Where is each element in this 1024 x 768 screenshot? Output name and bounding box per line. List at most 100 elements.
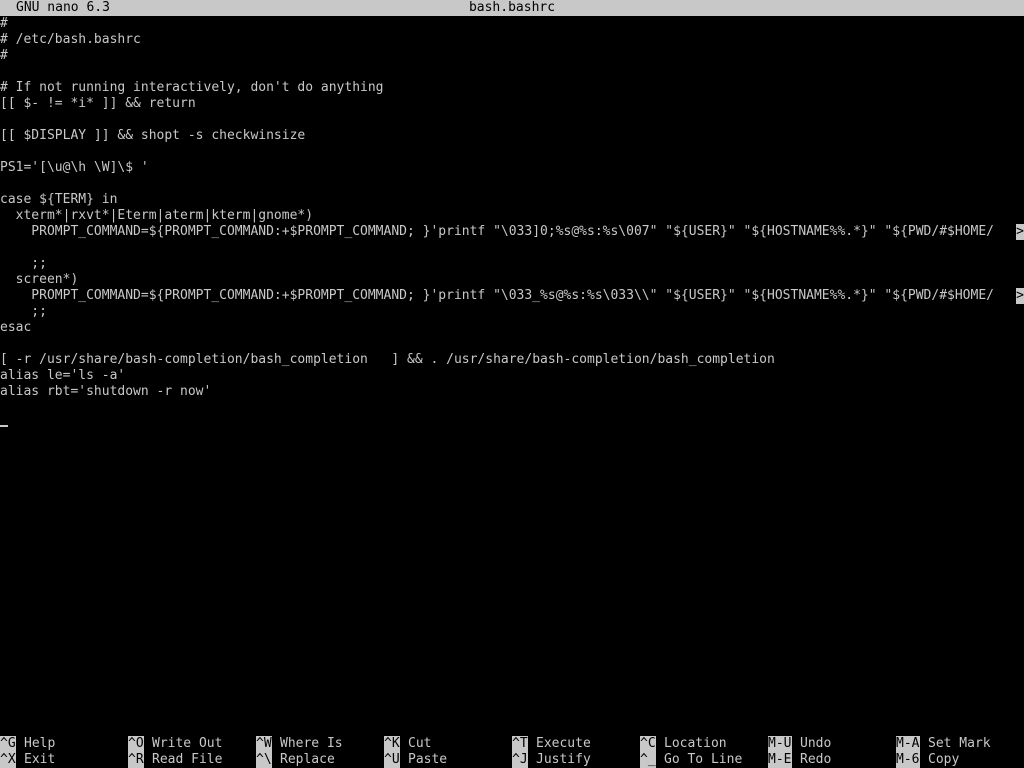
editor-line[interactable]: PS1='[\u@\h \W]\$ ' — [0, 160, 1024, 176]
shortcut-label: Copy — [928, 752, 960, 767]
editor-line-text: ;; — [0, 304, 47, 319]
shortcut-location[interactable]: ^C Location — [640, 736, 768, 752]
shortcut-key: ^C — [640, 736, 656, 752]
line-overflow-indicator: > — [1016, 288, 1024, 304]
editor-line[interactable]: # — [0, 48, 1024, 64]
editor-area[interactable]: # # /etc/bash.bashrc # # If not running int… — [0, 16, 1024, 736]
shortcut-copy[interactable]: M-6 Copy — [896, 752, 1024, 768]
editor-line[interactable] — [0, 240, 1024, 256]
editor-line-text: # If not running interactively, don't do… — [0, 80, 384, 95]
shortcut-key: ^O — [128, 736, 144, 752]
editor-line[interactable]: ;; — [0, 256, 1024, 272]
editor-line[interactable]: xterm*|rxvt*|Eterm|aterm|kterm|gnome*) — [0, 208, 1024, 224]
shortcut-key: M-E — [768, 752, 792, 768]
shortcut-column: M-U Undo M-E Redo — [768, 736, 896, 768]
editor-line[interactable]: case ${TERM} in — [0, 192, 1024, 208]
shortcut-key: M-U — [768, 736, 792, 752]
shortcut-label: Cut — [408, 736, 432, 751]
shortcut-cut[interactable]: ^K Cut — [384, 736, 512, 752]
editor-line-text: ;; — [0, 256, 47, 271]
editor-line-text: alias rbt='shutdown -r now' — [0, 384, 212, 399]
title-bar: bash.bashrc GNU nano 6.3 — [0, 0, 1024, 16]
editor-line-text: [[ $- != *i* ]] && return — [0, 96, 196, 111]
app-name: GNU nano 6.3 — [16, 0, 110, 15]
shortcut-key: ^X — [0, 752, 16, 768]
editor-line[interactable]: screen*) — [0, 272, 1024, 288]
shortcut-label: Set Mark — [928, 736, 991, 751]
editor-line[interactable]: [[ $- != *i* ]] && return — [0, 96, 1024, 112]
shortcut-column: ^T Execute ^J Justify — [512, 736, 640, 768]
shortcut-read-file[interactable]: ^R Read File — [128, 752, 256, 768]
editor-line[interactable]: esac — [0, 320, 1024, 336]
editor-line[interactable]: alias rbt='shutdown -r now' — [0, 384, 1024, 400]
editor-line-text: case ${TERM} in — [0, 192, 118, 207]
shortcut-write-out[interactable]: ^O Write Out — [128, 736, 256, 752]
editor-line[interactable]: PROMPT_COMMAND=${PROMPT_COMMAND:+$PROMPT… — [0, 288, 1024, 304]
shortcut-undo[interactable]: M-U Undo — [768, 736, 896, 752]
shortcut-label: Paste — [408, 752, 448, 767]
editor-line[interactable]: # — [0, 16, 1024, 32]
editor-line-text: PS1='[\u@\h \W]\$ ' — [0, 160, 149, 175]
shortcut-key: ^T — [512, 736, 528, 752]
shortcut-key: M-6 — [896, 752, 920, 768]
shortcut-column: ^K Cut ^U Paste — [384, 736, 512, 768]
shortcut-column: ^O Write Out ^R Read File — [128, 736, 256, 768]
shortcut-label: Execute — [536, 736, 591, 751]
shortcut-redo[interactable]: M-E Redo — [768, 752, 896, 768]
shortcut-label: Read File — [152, 752, 223, 767]
shortcut-bar: ^G Help ^X Exit ^O Write Out ^R Read File ^W Wher… — [0, 736, 1024, 768]
shortcut-where-is[interactable]: ^W Where Is — [256, 736, 384, 752]
editor-line[interactable] — [0, 416, 1024, 432]
shortcut-column: ^C Location ^_ Go To Line — [640, 736, 768, 768]
editor-line[interactable]: # If not running interactively, don't do… — [0, 80, 1024, 96]
editor-line[interactable] — [0, 144, 1024, 160]
shortcut-paste[interactable]: ^U Paste — [384, 752, 512, 768]
editor-line[interactable] — [0, 176, 1024, 192]
editor-line-text: # — [0, 48, 8, 63]
shortcut-key: ^R — [128, 752, 144, 768]
shortcut-execute[interactable]: ^T Execute — [512, 736, 640, 752]
shortcut-label: Replace — [280, 752, 335, 767]
shortcut-set-mark[interactable]: M-A Set Mark — [896, 736, 1024, 752]
editor-line-text: # /etc/bash.bashrc — [0, 32, 141, 47]
editor-line-text: screen*) — [0, 272, 79, 287]
text-cursor — [0, 424, 8, 427]
editor-line-text: xterm*|rxvt*|Eterm|aterm|kterm|gnome*) — [0, 208, 314, 223]
file-name: bash.bashrc — [468, 0, 556, 15]
editor-line[interactable] — [0, 336, 1024, 352]
editor-line-text: [[ $DISPLAY ]] && shopt -s checkwinsize — [0, 128, 306, 143]
shortcut-go-to-line[interactable]: ^_ Go To Line — [640, 752, 768, 768]
editor-line-text: [ -r /usr/share/bash-completion/bash_com… — [0, 352, 775, 367]
shortcut-column: ^G Help ^X Exit — [0, 736, 128, 768]
shortcut-key: ^G — [0, 736, 16, 752]
shortcut-label: Redo — [800, 752, 832, 767]
shortcut-column: ^W Where Is ^\ Replace — [256, 736, 384, 768]
shortcut-column: M-A Set Mark M-6 Copy — [896, 736, 1024, 768]
shortcut-exit[interactable]: ^X Exit — [0, 752, 128, 768]
shortcut-label: Undo — [800, 736, 832, 751]
editor-line[interactable] — [0, 400, 1024, 416]
shortcut-key: M-A — [896, 736, 920, 752]
shortcut-label: Justify — [536, 752, 591, 767]
editor-line[interactable]: # /etc/bash.bashrc — [0, 32, 1024, 48]
editor-line[interactable]: [[ $DISPLAY ]] && shopt -s checkwinsize — [0, 128, 1024, 144]
editor-line[interactable] — [0, 112, 1024, 128]
editor-line-text: PROMPT_COMMAND=${PROMPT_COMMAND:+$PROMPT… — [0, 224, 994, 239]
shortcut-label: Where Is — [280, 736, 343, 751]
shortcut-replace[interactable]: ^\ Replace — [256, 752, 384, 768]
shortcut-help[interactable]: ^G Help — [0, 736, 128, 752]
editor-line-text: alias le='ls -a' — [0, 368, 126, 383]
editor-line-text: # — [0, 16, 8, 31]
shortcut-key: ^_ — [640, 752, 656, 768]
editor-line[interactable]: ;; — [0, 304, 1024, 320]
shortcut-key: ^K — [384, 736, 400, 752]
editor-line-text: esac — [0, 320, 32, 335]
editor-line[interactable]: PROMPT_COMMAND=${PROMPT_COMMAND:+$PROMPT… — [0, 224, 1024, 240]
editor-line[interactable]: [ -r /usr/share/bash-completion/bash_com… — [0, 352, 1024, 368]
shortcut-label: Location — [664, 736, 727, 751]
editor-line[interactable] — [0, 64, 1024, 80]
editor-line[interactable]: alias le='ls -a' — [0, 368, 1024, 384]
shortcut-label: Write Out — [152, 736, 223, 751]
shortcut-justify[interactable]: ^J Justify — [512, 752, 640, 768]
shortcut-key: ^U — [384, 752, 400, 768]
